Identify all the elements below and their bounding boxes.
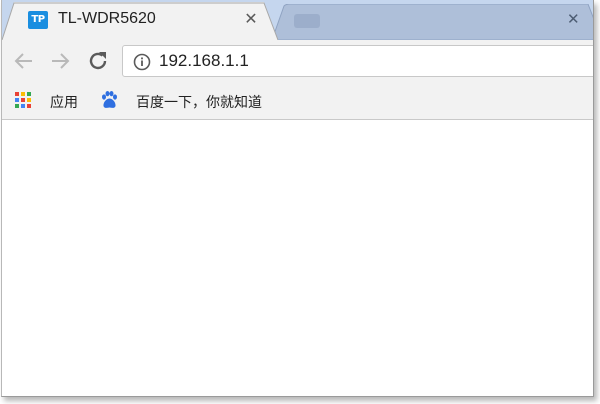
inactive-tab[interactable]: [272, 4, 594, 40]
navigation-toolbar: 192.168.1.1: [2, 40, 593, 82]
close-icon[interactable]: ✕: [242, 10, 260, 28]
baidu-paw-icon[interactable]: [99, 90, 119, 110]
tp-link-favicon-icon: TP: [28, 11, 48, 29]
bookmarks-bar: 应用 百度一下，你就知道: [2, 82, 593, 120]
browser-window: TP TL-WDR5620 ✕ ✕ 192.168.1.1 应用 百度一下，你就…: [1, 0, 594, 397]
bookmark-apps[interactable]: 应用: [50, 92, 78, 112]
address-bar[interactable]: 192.168.1.1: [122, 45, 593, 77]
inactive-tab-close-icon[interactable]: ✕: [567, 10, 580, 28]
arrow-left-icon[interactable]: [12, 49, 36, 73]
tab-strip: TP TL-WDR5620 ✕ ✕: [2, 0, 593, 40]
page-content: [2, 120, 593, 396]
arrow-right-icon[interactable]: [48, 49, 72, 73]
screenshot-frame: TP TL-WDR5620 ✕ ✕ 192.168.1.1 应用 百度一下，你就…: [0, 0, 600, 404]
info-icon[interactable]: [133, 53, 151, 71]
reload-icon[interactable]: [86, 49, 110, 73]
bookmark-baidu[interactable]: 百度一下，你就知道: [136, 92, 262, 112]
apps-grid-icon[interactable]: [14, 91, 32, 109]
url-text[interactable]: 192.168.1.1: [159, 51, 249, 71]
tab-title: TL-WDR5620: [58, 10, 156, 27]
